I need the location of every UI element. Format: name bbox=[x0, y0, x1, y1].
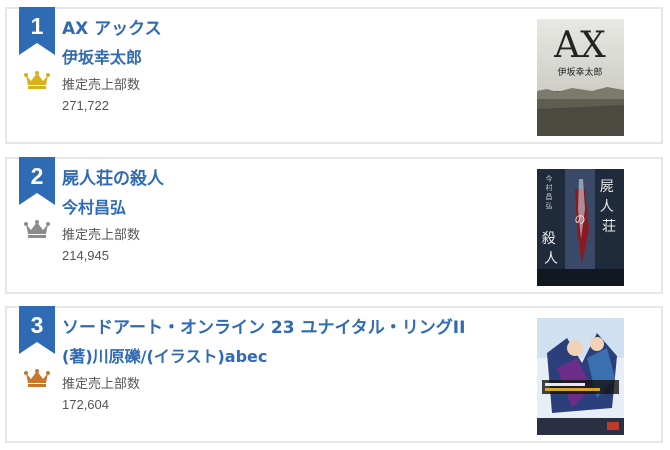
estimated-sales-value: 214,945 bbox=[62, 248, 109, 263]
author-link[interactable]: (著)川原礫/(イラスト)abec bbox=[62, 346, 267, 368]
rank-number: 3 bbox=[30, 312, 44, 338]
book-cover-image[interactable]: 屍 人 荘 の 殺 人 今村昌弘 bbox=[537, 169, 624, 286]
bronze-crown-icon bbox=[24, 368, 50, 388]
cover-title-char-3: 荘 bbox=[602, 219, 616, 235]
book-title-link[interactable]: 屍人荘の殺人 bbox=[62, 168, 164, 190]
rank-ribbon: 1 bbox=[19, 7, 55, 55]
cover-no-char: の bbox=[575, 213, 586, 226]
ranking-card-2: 2 屍人荘の殺人 今村昌弘 推定売上部数 214,945 屍 人 荘 の 殺 人 bbox=[5, 157, 663, 294]
svg-text:屍 人 荘: 屍 人 荘 bbox=[600, 179, 618, 235]
cover-big-text: AX bbox=[553, 25, 606, 66]
gold-crown-icon bbox=[24, 70, 50, 90]
rank-ribbon: 2 bbox=[19, 157, 55, 205]
book-title-link[interactable]: AX アックス bbox=[62, 18, 162, 40]
cover-author-text: 伊坂幸太郎 bbox=[557, 66, 602, 78]
book-cover-image[interactable] bbox=[537, 318, 624, 435]
cover-title-char-4: 殺 bbox=[542, 231, 556, 247]
rank-number: 2 bbox=[30, 163, 44, 189]
estimated-sales-value: 172,604 bbox=[62, 397, 109, 412]
silver-crown-icon bbox=[24, 219, 50, 239]
author-link[interactable]: 伊坂幸太郎 bbox=[62, 47, 142, 69]
cover-title-char-5: 人 bbox=[544, 251, 558, 267]
rank-number: 1 bbox=[30, 13, 44, 39]
book-cover-image[interactable]: AX 伊坂幸太郎 bbox=[537, 19, 624, 136]
estimated-sales-value: 271,722 bbox=[62, 98, 109, 113]
author-link[interactable]: 今村昌弘 bbox=[62, 197, 126, 219]
estimated-sales-label: 推定売上部数 bbox=[62, 377, 141, 392]
cover-title-char-1: 屍 bbox=[600, 179, 614, 195]
estimated-sales-label: 推定売上部数 bbox=[62, 228, 141, 243]
cover-title-char-2: 人 bbox=[600, 199, 614, 215]
ranking-card-1: 1 AX アックス 伊坂幸太郎 推定売上部数 271,722 AX 伊坂幸太郎 bbox=[5, 7, 663, 144]
rank-ribbon: 3 bbox=[19, 306, 55, 354]
ranking-card-3: 3 ソードアート・オンライン 23 ユナイタル・リングII (著)川原礫/(イラ… bbox=[5, 306, 663, 443]
estimated-sales-label: 推定売上部数 bbox=[62, 78, 141, 93]
book-title-link[interactable]: ソードアート・オンライン 23 ユナイタル・リングII bbox=[62, 317, 465, 339]
